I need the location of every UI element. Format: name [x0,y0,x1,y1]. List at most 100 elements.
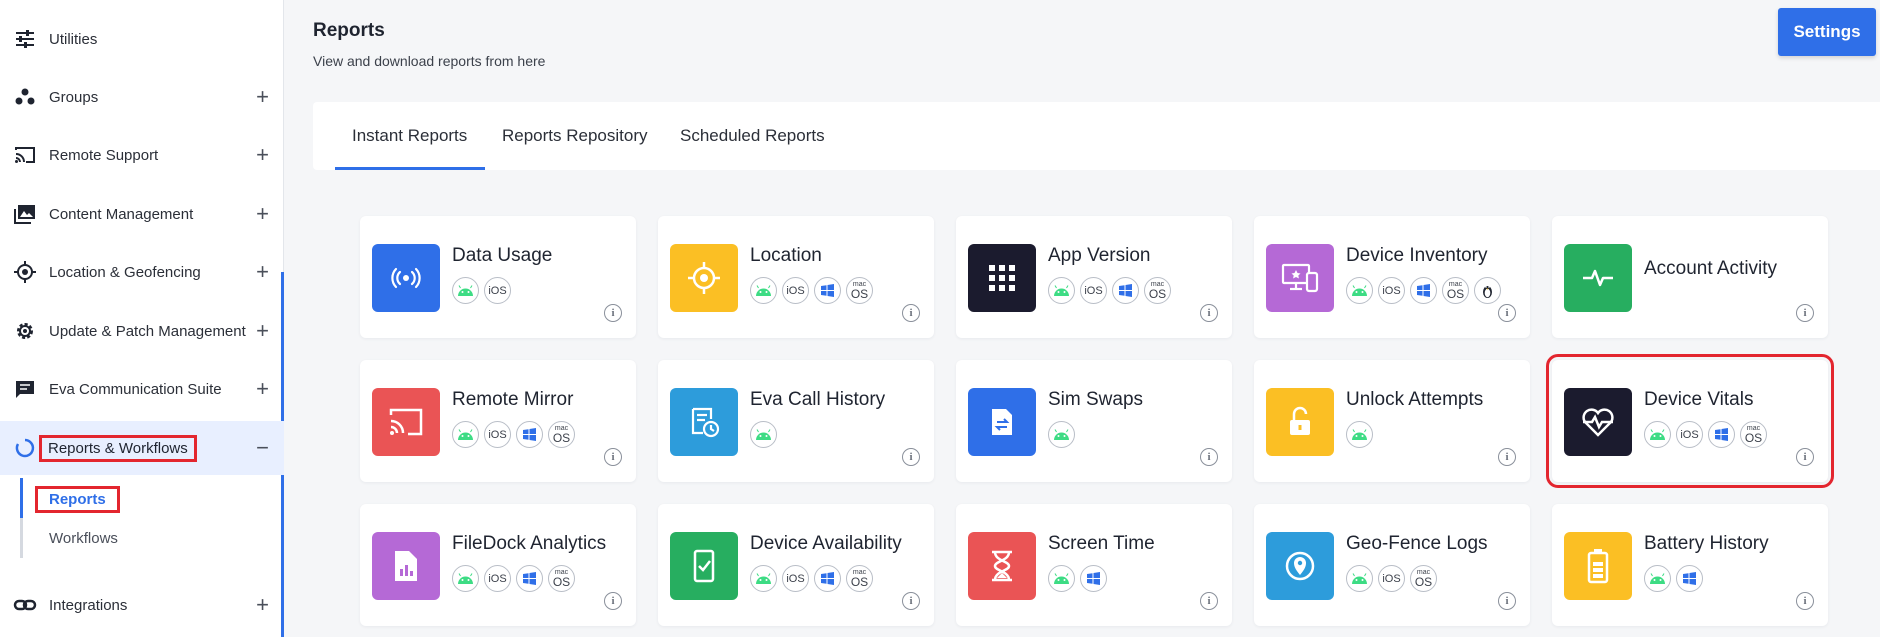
report-card-title: Remote Mirror [452,389,574,410]
expand-icon[interactable]: + [256,594,269,616]
sidebar-item-label: Eva Communication Suite [49,380,222,398]
geo-pin-icon [1266,532,1334,600]
expand-icon[interactable]: + [256,86,269,108]
macos-icon: mac OS [548,565,575,592]
sidebar-item-location-geofencing[interactable]: Location & Geofencing + [0,245,284,299]
report-card-geo-fence-logs[interactable]: Geo-Fence Logs iOS mac OS i [1254,504,1530,626]
report-card-account-activity[interactable]: Account Activity i [1552,216,1828,338]
crosshair-icon [13,260,37,284]
report-card-device-availability[interactable]: Device Availability iOS mac OS i [658,504,934,626]
call-history-icon [670,388,738,456]
windows-icon [1708,421,1735,448]
active-tab-indicator [335,167,485,170]
report-card-device-vitals[interactable]: Device Vitals iOS mac OS i [1546,354,1834,488]
android-icon [1048,277,1075,304]
sidebar-item-groups[interactable]: Groups + [0,70,284,124]
platform-badges: iOS mac OS [750,565,873,592]
android-icon [750,421,777,448]
info-icon[interactable]: i [902,592,920,610]
cast-icon [13,143,37,167]
pulse-icon [1564,244,1632,312]
subnav-item-workflows[interactable]: Workflows [49,530,118,547]
sim-swap-icon [968,388,1036,456]
sidebar-item-integrations[interactable]: Integrations + [0,578,284,632]
macos-icon: mac OS [1740,421,1767,448]
sidebar-item-label: Content Management [49,205,194,223]
windows-icon [814,277,841,304]
sidebar-item-content-management[interactable]: Content Management + [0,187,284,241]
report-card-eva-call-history[interactable]: Eva Call History i [658,360,934,482]
tab-scheduled-reports[interactable]: Scheduled Reports [680,126,825,146]
expand-icon[interactable]: + [256,378,269,400]
ios-icon: iOS [484,277,511,304]
windows-icon [814,565,841,592]
info-icon[interactable]: i [1200,448,1218,466]
subnav-item-reports[interactable]: Reports [35,486,120,513]
report-card-screen-time[interactable]: Screen Time i [956,504,1232,626]
android-icon [452,277,479,304]
android-icon [452,421,479,448]
android-icon [750,565,777,592]
sidebar-item-update-patch-management[interactable]: Update & Patch Management + [0,304,284,358]
report-card-remote-mirror[interactable]: Remote Mirror iOS mac OS i [360,360,636,482]
sidebar-item-label: Groups [49,88,99,106]
android-icon [1048,421,1075,448]
report-card-app-version[interactable]: App Version iOS mac OS i [956,216,1232,338]
info-icon[interactable]: i [604,592,622,610]
report-card-sim-swaps[interactable]: Sim Swaps i [956,360,1232,482]
sidebar-item-eva-communication-suite[interactable]: Eva Communication Suite + [0,362,284,416]
platform-badges [1346,421,1373,448]
info-icon[interactable]: i [1796,592,1814,610]
report-card-data-usage[interactable]: Data Usage iOS i [360,216,636,338]
info-icon[interactable]: i [902,448,920,466]
platform-badges: iOS [452,277,511,304]
sidebar-item-reports-workflows[interactable]: Reports & Workflows − [0,421,284,475]
info-icon[interactable]: i [1498,448,1516,466]
info-icon[interactable]: i [1796,304,1814,322]
info-icon[interactable]: i [1796,448,1814,466]
platform-badges [750,421,777,448]
ios-icon: iOS [782,277,809,304]
platform-badges: iOS mac OS [1346,277,1501,304]
info-icon[interactable]: i [1200,304,1218,322]
report-card-unlock-attempts[interactable]: Unlock Attempts i [1254,360,1530,482]
platform-badges: iOS mac OS [1346,565,1437,592]
info-icon[interactable]: i [902,304,920,322]
report-tabs: Instant Reports Reports Repository Sched… [313,102,1880,170]
expand-icon[interactable]: + [256,261,269,283]
expand-icon[interactable]: + [256,144,269,166]
android-icon [1346,421,1373,448]
info-icon[interactable]: i [1498,304,1516,322]
sidebar-item-utilities[interactable]: Utilities [0,12,284,66]
report-card-device-inventory[interactable]: Device Inventory iOS mac OS i [1254,216,1530,338]
android-icon [1644,421,1671,448]
report-card-battery-history[interactable]: Battery History i [1552,504,1828,626]
expand-icon[interactable]: + [256,320,269,342]
report-card-title: Location [750,245,822,266]
info-icon[interactable]: i [604,448,622,466]
report-card-filedock-analytics[interactable]: FileDock Analytics iOS mac OS i [360,504,636,626]
sliders-icon [13,27,37,51]
ios-icon: iOS [484,421,511,448]
tab-reports-repository[interactable]: Reports Repository [502,126,648,146]
tab-instant-reports[interactable]: Instant Reports [352,126,467,146]
report-card-location[interactable]: Location iOS mac OS i [658,216,934,338]
report-card-title: Device Vitals [1644,389,1754,410]
platform-badges [1048,421,1075,448]
info-icon[interactable]: i [1200,592,1218,610]
images-icon [13,202,37,226]
platform-badges [1048,565,1107,592]
sidebar-item-label: Reports & Workflows [39,434,197,462]
collapse-icon[interactable]: − [256,437,269,459]
link-icon [13,593,37,617]
info-icon[interactable]: i [1498,592,1516,610]
expand-icon[interactable]: + [256,203,269,225]
devices-icon [1266,244,1334,312]
settings-button[interactable]: Settings [1778,8,1876,56]
sidebar-item-remote-support[interactable]: Remote Support + [0,128,284,182]
page-title: Reports [313,20,385,41]
info-icon[interactable]: i [604,304,622,322]
spinner-icon [13,436,37,460]
ios-icon: iOS [782,565,809,592]
signal-broadcast-icon [372,244,440,312]
